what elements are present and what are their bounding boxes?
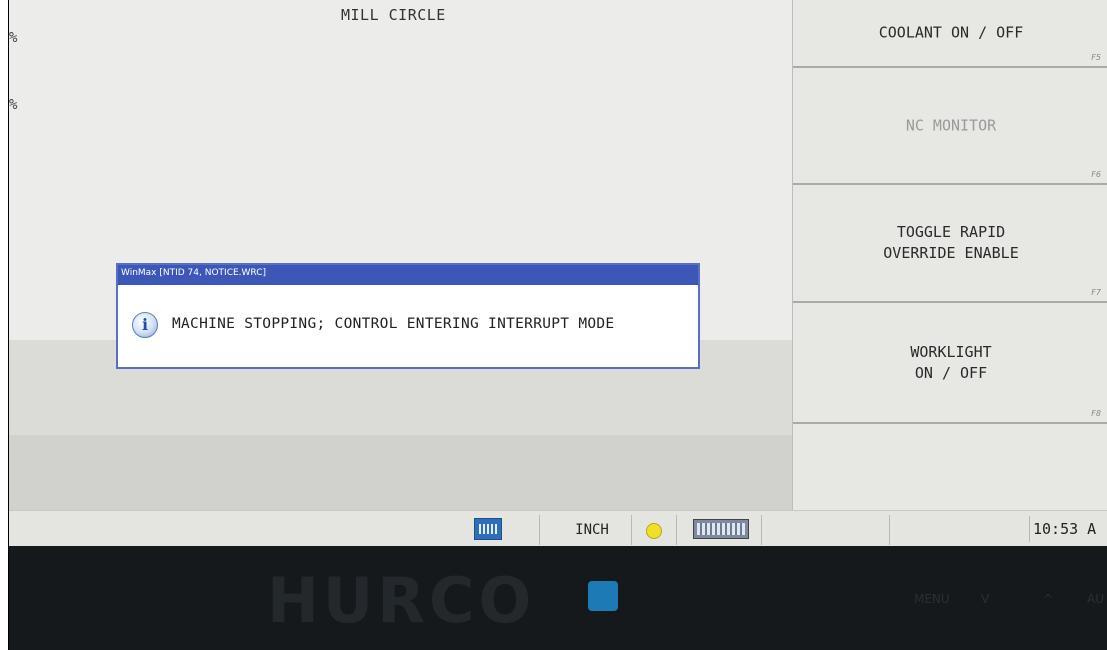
dialog-title: WinMax [NTID 74, NOTICE.WRC] — [121, 268, 267, 278]
coolant-toggle-button[interactable]: COOLANT ON / OFF F5 — [793, 0, 1107, 68]
side-mark: % — [9, 97, 18, 113]
taskbar: INCH 10:53 A — [9, 510, 1107, 546]
dialog-message: MACHINE STOPPING; CONTROL ENTERING INTER… — [172, 316, 615, 332]
bezel-up-button[interactable]: ^ — [1043, 592, 1053, 606]
panel-band — [9, 435, 792, 510]
function-key-code: F8 — [1091, 409, 1101, 418]
function-key-label: COOLANT ON / OFF — [878, 23, 1024, 42]
nc-monitor-button[interactable]: NC MONITOR F6 — [793, 68, 1107, 185]
function-key-label: TOGGLE RAPID OVERRIDE ENABLE — [883, 223, 1019, 262]
hurco-logo: HURCO — [267, 564, 536, 637]
page-title: MILL CIRCLE — [341, 6, 446, 24]
function-key-empty — [793, 424, 1107, 510]
bezel-menu-button[interactable]: MENU — [914, 592, 950, 606]
notice-dialog[interactable]: WinMax [NTID 74, NOTICE.WRC] i MACHINE S… — [116, 263, 700, 369]
monitor-frame: MILL CIRCLE % % COOLANT ON / OFF F5 NC M… — [8, 0, 1107, 650]
function-key-code: F7 — [1091, 288, 1101, 297]
calculator-icon[interactable] — [474, 518, 502, 540]
side-mark: % — [9, 30, 18, 46]
dialog-body: i MACHINE STOPPING; CONTROL ENTERING INT… — [118, 285, 698, 367]
function-key-panel: COOLANT ON / OFF F5 NC MONITOR F6 TOGGLE… — [792, 0, 1107, 510]
taskbar-divider — [676, 515, 677, 545]
taskbar-divider — [539, 515, 540, 545]
toggle-rapid-override-button[interactable]: TOGGLE RAPID OVERRIDE ENABLE F7 — [793, 185, 1107, 303]
function-key-code: F5 — [1091, 53, 1101, 62]
units-indicator[interactable]: INCH — [557, 518, 627, 542]
taskbar-divider — [889, 515, 890, 545]
worklight-toggle-button[interactable]: WORKLIGHT ON / OFF F8 — [793, 303, 1107, 424]
function-key-code: F6 — [1091, 170, 1101, 179]
control-screen: MILL CIRCLE % % COOLANT ON / OFF F5 NC M… — [9, 0, 1107, 546]
status-light-icon — [646, 523, 662, 539]
bezel-down-button[interactable]: V — [981, 592, 989, 606]
bezel-auto-button[interactable]: AU — [1087, 592, 1104, 606]
info-icon: i — [132, 312, 158, 338]
taskbar-divider — [631, 515, 632, 545]
function-key-label: WORKLIGHT ON / OFF — [910, 342, 992, 382]
clock: 10:53 A — [1029, 516, 1107, 542]
taskbar-divider — [761, 515, 762, 545]
function-key-label: NC MONITOR — [905, 116, 997, 134]
logo-square-icon — [588, 581, 618, 611]
keyboard-icon[interactable] — [693, 519, 749, 539]
main-panel: MILL CIRCLE % % — [9, 0, 792, 510]
